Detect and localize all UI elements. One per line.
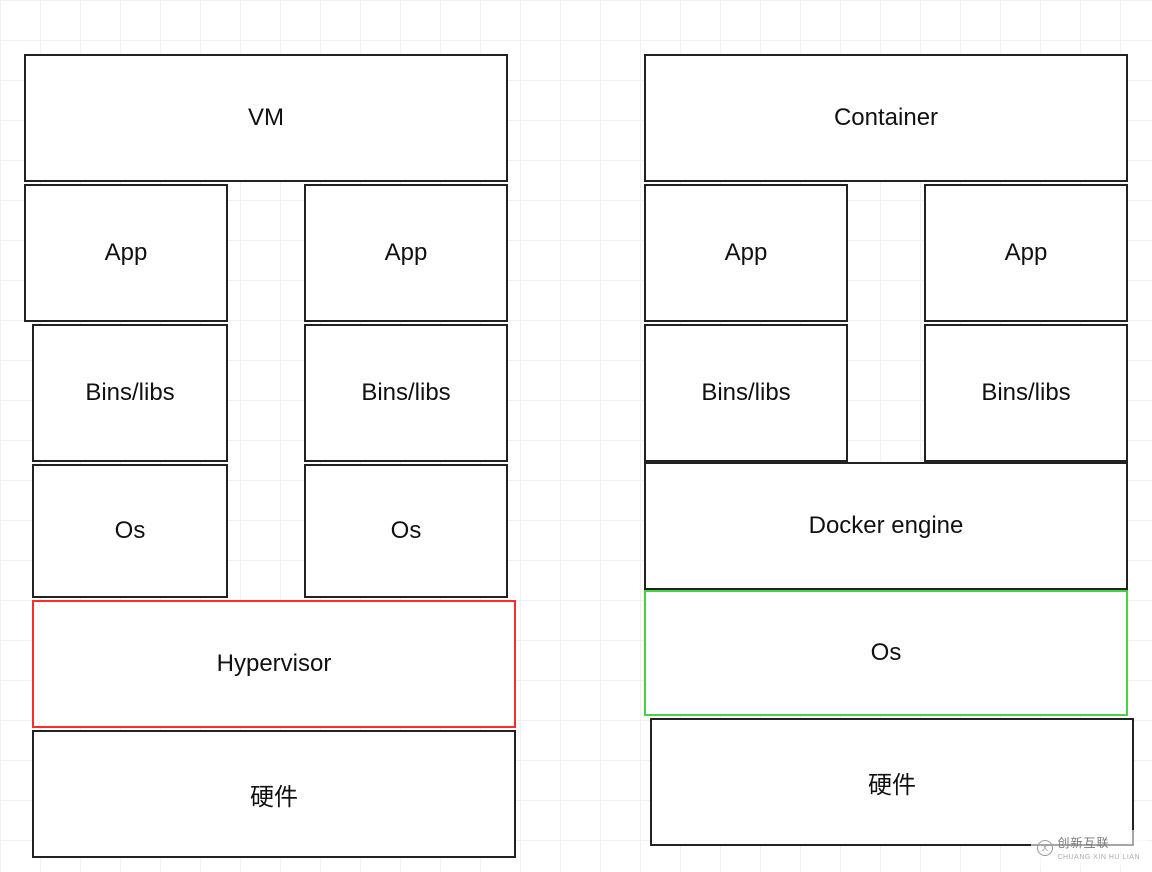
- vm-hypervisor-box: Hypervisor: [32, 600, 516, 728]
- vm-bins-right-label: Bins/libs: [361, 379, 450, 407]
- vm-os-left-box: Os: [32, 464, 228, 598]
- container-app-left-box: App: [644, 184, 848, 322]
- container-os-box: Os: [644, 590, 1128, 716]
- container-bins-left-label: Bins/libs: [701, 379, 790, 407]
- vm-title-label: VM: [248, 104, 284, 132]
- vm-hypervisor-label: Hypervisor: [217, 650, 332, 678]
- vm-app-left-box: App: [24, 184, 228, 322]
- container-bins-right-label: Bins/libs: [981, 379, 1070, 407]
- container-os-label: Os: [871, 639, 902, 667]
- vm-os-right-label: Os: [391, 517, 422, 545]
- vm-bins-left-box: Bins/libs: [32, 324, 228, 462]
- container-title-label: Container: [834, 104, 938, 132]
- vm-hardware-box: 硬件: [32, 730, 516, 858]
- container-hardware-label: 硬件: [868, 765, 916, 800]
- container-app-right-label: App: [1005, 239, 1048, 267]
- vm-bins-right-box: Bins/libs: [304, 324, 508, 462]
- vm-app-right-label: App: [385, 239, 428, 267]
- container-hardware-box: 硬件: [650, 718, 1134, 846]
- watermark: X 创新互联 CHUANG XIN HU LIAN: [1031, 830, 1146, 866]
- vm-os-right-box: Os: [304, 464, 508, 598]
- vm-os-left-label: Os: [115, 517, 146, 545]
- container-bins-right-box: Bins/libs: [924, 324, 1128, 462]
- container-app-left-label: App: [725, 239, 768, 267]
- container-engine-label: Docker engine: [809, 512, 964, 540]
- container-title-box: Container: [644, 54, 1128, 182]
- vm-bins-left-label: Bins/libs: [85, 379, 174, 407]
- container-engine-box: Docker engine: [644, 462, 1128, 590]
- watermark-logo-icon: X: [1037, 840, 1053, 856]
- vm-app-left-label: App: [105, 239, 148, 267]
- watermark-en: CHUANG XIN HU LIAN: [1057, 854, 1140, 861]
- vm-app-right-box: App: [304, 184, 508, 322]
- vm-title-box: VM: [24, 54, 508, 182]
- container-app-right-box: App: [924, 184, 1128, 322]
- watermark-cn: 创新互联: [1057, 836, 1109, 850]
- container-bins-left-box: Bins/libs: [644, 324, 848, 462]
- vm-hardware-label: 硬件: [250, 777, 298, 812]
